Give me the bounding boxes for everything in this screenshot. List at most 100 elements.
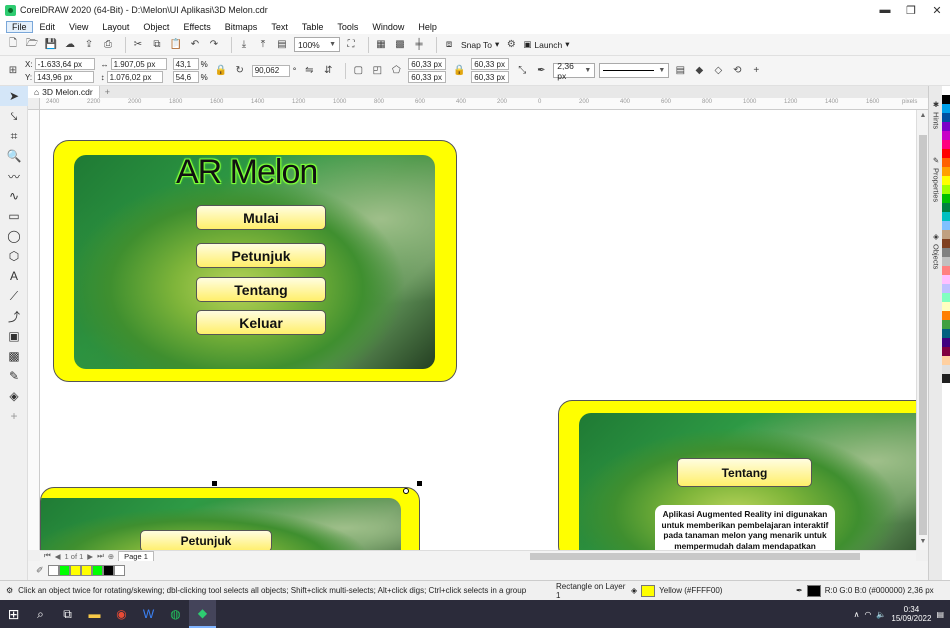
shape-tool-icon[interactable]: ⤥: [0, 106, 28, 126]
width-input[interactable]: 1.907,05 px: [110, 58, 167, 70]
y-position-input[interactable]: 143,96 px: [34, 71, 95, 83]
options-gear-icon[interactable]: ⚙: [504, 38, 518, 52]
palette-swatch[interactable]: [942, 374, 950, 383]
new-tab-button[interactable]: +: [100, 87, 115, 97]
last-page-icon[interactable]: ⏭: [97, 551, 104, 561]
zoom-tool-icon[interactable]: 🔍: [0, 146, 28, 166]
add-icon[interactable]: +: [749, 64, 763, 78]
document-palette-swatch[interactable]: [47, 565, 59, 576]
menu-layout[interactable]: Layout: [95, 22, 136, 32]
menu-bitmaps[interactable]: Bitmaps: [218, 22, 265, 32]
palette-swatch[interactable]: [942, 347, 950, 356]
tray-chevron-icon[interactable]: ∧: [854, 610, 860, 619]
document-palette-swatch[interactable]: [102, 565, 114, 576]
document-palette-swatch[interactable]: [69, 565, 81, 576]
menu-text[interactable]: Text: [264, 22, 295, 32]
hints-docker-tab[interactable]: ✱ Hints: [929, 100, 943, 129]
transparency-tool-icon[interactable]: ▩: [0, 346, 28, 366]
ellipse-tool-icon[interactable]: ◯: [0, 226, 28, 246]
palette-swatch[interactable]: [942, 338, 950, 347]
add-page-icon[interactable]: ⊕: [108, 552, 114, 561]
file-explorer-icon[interactable]: ▬: [81, 600, 108, 628]
menu-file[interactable]: File: [6, 21, 33, 33]
search-icon[interactable]: ⌕: [27, 600, 54, 628]
volume-icon[interactable]: 🔈: [876, 610, 886, 619]
fill-info[interactable]: ◈ Yellow (#FFFF00): [631, 584, 796, 597]
eyedropper-icon[interactable]: ✐: [36, 565, 44, 576]
properties-docker-tab[interactable]: ✎ Properties: [929, 156, 943, 202]
palette-swatch[interactable]: [942, 185, 950, 194]
save-icon[interactable]: 💾: [44, 38, 58, 52]
publish-pdf-icon[interactable]: ▤: [275, 38, 289, 52]
vertical-scroll-thumb[interactable]: [919, 135, 927, 535]
document-palette-swatch[interactable]: [58, 565, 70, 576]
pick-tool-icon[interactable]: ➤: [0, 86, 28, 106]
zoom-level-select[interactable]: 100% ▼: [294, 37, 340, 52]
mirror-horizontal-icon[interactable]: ⇋: [302, 64, 316, 78]
menu-window[interactable]: Window: [365, 22, 411, 32]
palette-swatch[interactable]: [942, 167, 950, 176]
palette-swatch[interactable]: [942, 158, 950, 167]
drop-shadow-tool-icon[interactable]: ▣: [0, 326, 28, 346]
line-style-select[interactable]: ▼: [599, 63, 670, 78]
notification-icon[interactable]: ▤: [936, 610, 944, 619]
selection-handle-top-right[interactable]: [417, 481, 422, 486]
connector-tool-icon[interactable]: ⤴: [0, 306, 28, 326]
petunjuk-button[interactable]: Petunjuk: [196, 243, 326, 268]
document-palette-swatch[interactable]: [80, 565, 92, 576]
show-grid-icon[interactable]: ▩: [393, 38, 407, 52]
rectangle-tool-icon[interactable]: ▭: [0, 206, 28, 226]
vertical-ruler[interactable]: [28, 110, 40, 550]
page-1-tab[interactable]: Page 1: [118, 550, 154, 562]
corner-radius-bottom-left-input[interactable]: 60,33 px: [408, 71, 447, 83]
corner-radius-bottom-right-input[interactable]: 60,33 px: [471, 71, 510, 83]
palette-swatch[interactable]: [942, 221, 950, 230]
corner-radius-top-left-input[interactable]: 60,33 px: [408, 58, 447, 70]
tentang-title-button[interactable]: Tentang: [677, 458, 812, 487]
close-button[interactable]: ✕: [924, 0, 950, 20]
x-position-input[interactable]: -1.633,64 px: [34, 58, 95, 70]
palette-swatch[interactable]: [942, 122, 950, 131]
artistic-media-tool-icon[interactable]: ∿: [0, 186, 28, 206]
palette-swatch[interactable]: [942, 275, 950, 284]
restore-button[interactable]: ❐: [898, 0, 924, 20]
windows-start-icon[interactable]: ⊞: [0, 600, 27, 628]
palette-swatch[interactable]: [942, 284, 950, 293]
palette-swatch[interactable]: [942, 104, 950, 113]
outline-width-select[interactable]: 2,36 px ▼: [553, 61, 596, 81]
vertical-scrollbar[interactable]: ▲ ▼: [916, 110, 928, 550]
menu-object[interactable]: Object: [136, 22, 176, 32]
drawing-canvas[interactable]: AR Melon Mulai Petunjuk Tentang Keluar P…: [40, 110, 916, 550]
export-icon[interactable]: ⤒: [256, 38, 270, 52]
palette-swatch[interactable]: [942, 212, 950, 221]
palette-swatch[interactable]: [942, 257, 950, 266]
coreldraw-active-icon[interactable]: ◆: [189, 600, 216, 628]
horizontal-ruler[interactable]: 2400 2200 2000 1800 1600 1400 1200 1000 800 600 40…: [40, 98, 928, 110]
undo-icon[interactable]: ↶: [188, 38, 202, 52]
height-input[interactable]: 1.076,02 px: [106, 71, 163, 83]
document-tab[interactable]: ⌂ 3D Melon.cdr: [28, 86, 100, 98]
chamfered-corner-icon[interactable]: ⬠: [389, 64, 403, 78]
show-rulers-icon[interactable]: ▦: [374, 38, 388, 52]
tentang-artboard[interactable]: Tentang Aplikasi Augmented Reality ini d…: [558, 400, 916, 550]
chrome-icon[interactable]: ◉: [108, 600, 135, 628]
network-icon[interactable]: ◠: [864, 610, 871, 619]
lock-ratio-icon[interactable]: 🔒: [214, 64, 228, 78]
import-icon[interactable]: ⤓: [237, 38, 251, 52]
task-view-icon[interactable]: ⧉: [54, 600, 81, 628]
scale-y-input[interactable]: 54,6: [172, 71, 199, 83]
palette-swatch[interactable]: [942, 203, 950, 212]
palette-swatch[interactable]: [942, 176, 950, 185]
print-icon[interactable]: ⎙: [101, 38, 115, 52]
palette-swatch[interactable]: [942, 329, 950, 338]
text-tool-icon[interactable]: A: [0, 266, 28, 286]
paste-icon[interactable]: 📋: [169, 38, 183, 52]
convert-to-curves-icon[interactable]: ⟲: [730, 64, 744, 78]
palette-swatch[interactable]: [942, 131, 950, 140]
menu-effects[interactable]: Effects: [176, 22, 217, 32]
word-icon[interactable]: W: [135, 600, 162, 628]
horizontal-scroll-thumb[interactable]: [530, 553, 860, 560]
show-guidelines-icon[interactable]: ╪: [412, 38, 426, 52]
add-tool-icon[interactable]: +: [0, 406, 28, 426]
document-palette-swatch[interactable]: [91, 565, 103, 576]
